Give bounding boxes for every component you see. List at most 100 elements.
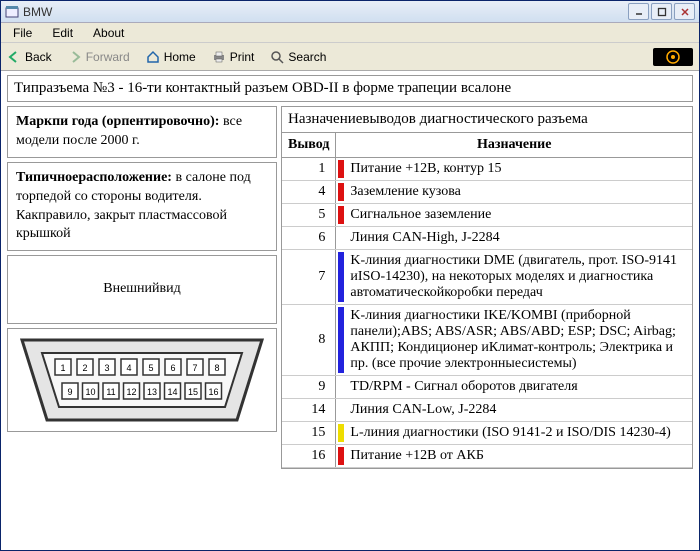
color-bar bbox=[338, 183, 344, 201]
pin-text: Линия CAN-High, J-2284 bbox=[350, 230, 499, 245]
pin-text: K-линия диагностики DME (двигатель, прот… bbox=[350, 253, 677, 300]
svg-text:15: 15 bbox=[188, 387, 198, 397]
right-column: Назначениевыводов диагностического разъе… bbox=[281, 106, 693, 469]
forward-icon bbox=[68, 50, 82, 64]
pin-description: TD/RPM - Сигнал оборотов двигателя bbox=[336, 376, 692, 399]
minimize-button[interactable] bbox=[628, 3, 649, 20]
forward-label: Forward bbox=[86, 50, 130, 64]
search-label: Search bbox=[288, 50, 326, 64]
pin-description: Питание +12В, контур 15 bbox=[336, 158, 692, 181]
svg-text:11: 11 bbox=[106, 387, 115, 397]
color-bar bbox=[338, 160, 344, 178]
app-icon bbox=[5, 5, 19, 19]
table-row: 5 Сигнальное заземление bbox=[282, 204, 692, 227]
appearance-box: Внешнийвид bbox=[7, 255, 277, 324]
pin-number: 8 bbox=[282, 305, 336, 376]
pin-description: L-линия диагностики (ISO 9141-2 и ISO/DI… bbox=[336, 422, 692, 445]
svg-text:16: 16 bbox=[208, 387, 218, 397]
pin-text: Сигнальное заземление bbox=[350, 207, 491, 222]
titlebar: BMW bbox=[1, 1, 699, 23]
svg-text:4: 4 bbox=[126, 363, 131, 373]
menu-edit[interactable]: Edit bbox=[44, 24, 81, 42]
pin-number: 6 bbox=[282, 227, 336, 250]
page-title: Типразъема №3 - 16-ти контактный разъем … bbox=[7, 75, 693, 102]
maximize-button[interactable] bbox=[651, 3, 672, 20]
home-label: Home bbox=[164, 50, 196, 64]
print-icon bbox=[212, 50, 226, 64]
pin-number: 9 bbox=[282, 376, 336, 399]
close-button[interactable] bbox=[674, 3, 695, 20]
menu-about[interactable]: About bbox=[85, 24, 132, 42]
window-title: BMW bbox=[23, 5, 628, 19]
appearance-label: Внешнийвид bbox=[103, 281, 181, 296]
svg-text:10: 10 bbox=[85, 387, 95, 397]
svg-text:13: 13 bbox=[147, 387, 157, 397]
left-column: Маркпи года (орпентировочно): все модели… bbox=[7, 106, 277, 469]
svg-text:8: 8 bbox=[214, 363, 219, 373]
pin-description: Питание +12В от АКБ bbox=[336, 445, 692, 468]
pin-description: K-линия диагностики IKE/KOMBI (приборной… bbox=[336, 305, 692, 376]
pin-description: K-линия диагностики DME (двигатель, прот… bbox=[336, 250, 692, 305]
pin-description: Линия CAN-High, J-2284 bbox=[336, 227, 692, 250]
pin-number: 1 bbox=[282, 158, 336, 181]
color-bar bbox=[338, 447, 344, 465]
pin-text: TD/RPM - Сигнал оборотов двигателя bbox=[350, 379, 577, 394]
location-box: Типичноерасположение: в салоне под торпе… bbox=[7, 162, 277, 252]
svg-text:1: 1 bbox=[60, 363, 65, 373]
back-icon bbox=[7, 50, 21, 64]
window-buttons bbox=[628, 3, 695, 20]
svg-text:7: 7 bbox=[192, 363, 197, 373]
table-row: 9 TD/RPM - Сигнал оборотов двигателя bbox=[282, 376, 692, 399]
svg-text:3: 3 bbox=[104, 363, 109, 373]
menu-file[interactable]: File bbox=[5, 24, 40, 42]
col-pin: Вывод bbox=[282, 133, 336, 158]
pin-text: Питание +12В, контур 15 bbox=[350, 161, 501, 176]
home-button[interactable]: Home bbox=[146, 50, 196, 64]
home-icon bbox=[146, 50, 160, 64]
table-row: 8K-линия диагностики IKE/KOMBI (приборно… bbox=[282, 305, 692, 376]
search-button[interactable]: Search bbox=[270, 50, 326, 64]
pin-text: Заземление кузова bbox=[350, 184, 460, 199]
svg-text:9: 9 bbox=[67, 387, 72, 397]
content-area[interactable]: Типразъема №3 - 16-ти контактный разъем … bbox=[1, 71, 699, 550]
year-box: Маркпи года (орпентировочно): все модели… bbox=[7, 106, 277, 158]
table-row: 15 L-линия диагностики (ISO 9141-2 и ISO/… bbox=[282, 422, 692, 445]
pin-number: 5 bbox=[282, 204, 336, 227]
col-desc: Назначение bbox=[336, 133, 692, 158]
pin-text: Питание +12В от АКБ bbox=[350, 448, 483, 463]
pin-text: K-линия диагностики IKE/KOMBI (приборной… bbox=[350, 308, 675, 371]
print-label: Print bbox=[230, 50, 255, 64]
print-button[interactable]: Print bbox=[212, 50, 255, 64]
pin-description: Линия CAN-Low, J-2284 bbox=[336, 399, 692, 422]
svg-text:6: 6 bbox=[170, 363, 175, 373]
color-bar bbox=[338, 206, 344, 224]
color-bar bbox=[338, 424, 344, 442]
svg-text:5: 5 bbox=[148, 363, 153, 373]
pinout-title: Назначениевыводов диагностического разъе… bbox=[282, 107, 692, 132]
pinout-table: Вывод Назначение 1 Питание +12В, контур 1… bbox=[282, 132, 692, 468]
table-row: 16Питание +12В от АКБ bbox=[282, 445, 692, 468]
svg-text:14: 14 bbox=[167, 387, 177, 397]
connector-image-box: 12345678 910111213141516 bbox=[7, 328, 277, 432]
brand-badge bbox=[653, 48, 693, 66]
svg-text:2: 2 bbox=[82, 363, 87, 373]
pin-text: L-линия диагностики (ISO 9141-2 и ISO/DI… bbox=[350, 425, 670, 440]
table-row: 7 K-линия диагностики DME (двигатель, про… bbox=[282, 250, 692, 305]
forward-button: Forward bbox=[68, 50, 130, 64]
table-row: 1 Питание +12В, контур 15 bbox=[282, 158, 692, 181]
pin-number: 4 bbox=[282, 181, 336, 204]
year-label: Маркпи года (орпентировочно): bbox=[16, 114, 219, 129]
menubar: File Edit About bbox=[1, 23, 699, 43]
table-row: 6 Линия CAN-High, J-2284 bbox=[282, 227, 692, 250]
back-button[interactable]: Back bbox=[7, 50, 52, 64]
pin-number: 15 bbox=[282, 422, 336, 445]
location-label: Типичноерасположение: bbox=[16, 170, 172, 185]
table-row: 14 Линия CAN-Low, J-2284 bbox=[282, 399, 692, 422]
pin-number: 14 bbox=[282, 399, 336, 422]
table-row: 4 Заземление кузова bbox=[282, 181, 692, 204]
pin-text: Линия CAN-Low, J-2284 bbox=[350, 402, 496, 417]
color-bar bbox=[338, 307, 344, 373]
pin-number: 7 bbox=[282, 250, 336, 305]
color-bar bbox=[338, 252, 344, 302]
pin-description: Заземление кузова bbox=[336, 181, 692, 204]
